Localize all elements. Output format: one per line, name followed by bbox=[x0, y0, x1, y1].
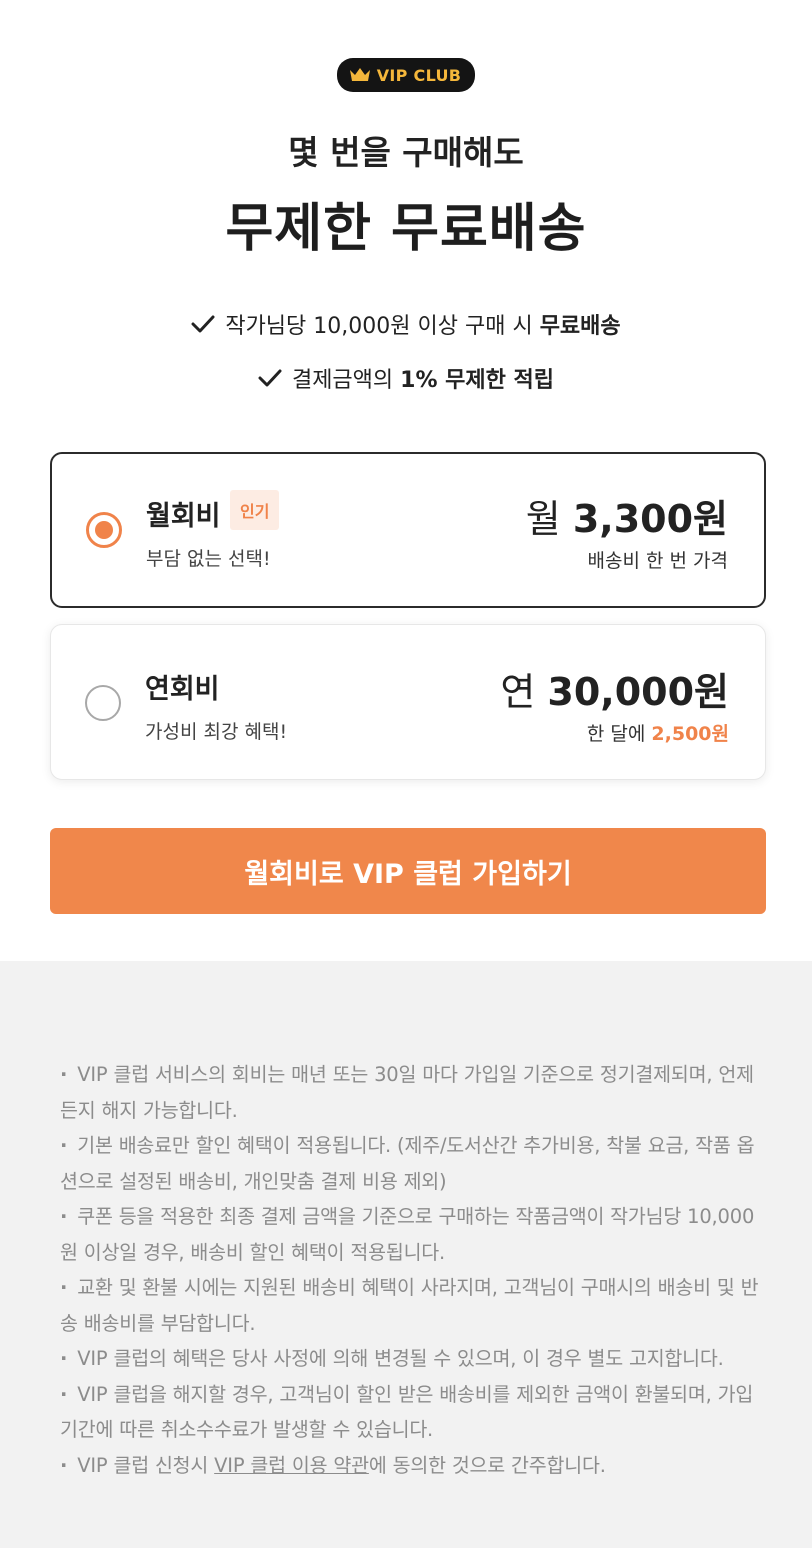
popular-tag: 인기 bbox=[230, 490, 280, 530]
notice-item: 교환 및 환불 시에는 지원된 배송비 혜택이 사라지며, 고객님이 구매시의 … bbox=[60, 1270, 760, 1341]
notice-item-terms: VIP 클럽 신청시 VIP 클럽 이용 약관에 동의한 것으로 간주합니다. bbox=[60, 1448, 760, 1484]
terms-link[interactable]: VIP 클럽 이용 약관 bbox=[214, 1454, 369, 1477]
vip-badge-label: VIP CLUB bbox=[376, 65, 462, 85]
notice-item: VIP 클럽의 혜택은 당사 사정에 의해 변경될 수 있으며, 이 경우 별도… bbox=[60, 1341, 760, 1377]
plan-option-yearly[interactable]: 연회비 가성비 최강 혜택! 연 30,000원 한 달에 2,500원 bbox=[50, 624, 766, 780]
radio-unselected-icon[interactable] bbox=[85, 685, 121, 721]
price-note: 한 달에 2,500원 bbox=[587, 719, 729, 746]
notice-item: 기본 배송료만 할인 혜택이 적용됩니다. (제주/도서산간 추가비용, 착불 … bbox=[60, 1128, 760, 1199]
benefit-point-reward: 결제금액의 1% 무제한 적립 bbox=[0, 362, 812, 394]
notice-list: VIP 클럽 서비스의 회비는 매년 또는 30일 마다 가입일 기준으로 정기… bbox=[60, 1057, 760, 1483]
price-amount: 3,300 bbox=[572, 497, 694, 541]
hero-title: 무제한 무료배송 bbox=[225, 199, 587, 259]
price-note: 배송비 한 번 가격 bbox=[587, 550, 728, 572]
checkmark-icon bbox=[258, 369, 282, 387]
plan-description: 가성비 최강 혜택! bbox=[145, 721, 288, 743]
benefit-text: 결제금액의 bbox=[291, 368, 401, 393]
notice-item: 쿠폰 등을 적용한 최종 결제 금액을 기준으로 구매하는 작품금액이 작가님당… bbox=[60, 1199, 760, 1270]
price-amount: 30,000 bbox=[547, 670, 695, 714]
price-prefix: 연 bbox=[500, 670, 548, 714]
price-note-prefix: 한 달에 bbox=[586, 723, 652, 745]
checkmark-icon bbox=[191, 315, 215, 333]
plan-price: 월 3,300원 bbox=[526, 488, 728, 543]
benefit-bold: 무료배송 bbox=[539, 314, 621, 339]
price-unit: 원 bbox=[694, 670, 729, 714]
notice-item: VIP 클럽 서비스의 회비는 매년 또는 30일 마다 가입일 기준으로 정기… bbox=[60, 1057, 760, 1128]
plan-description: 부담 없는 선택! bbox=[146, 548, 271, 570]
crown-icon bbox=[349, 68, 370, 81]
hero-subtitle: 몇 번을 구매해도 bbox=[288, 133, 524, 172]
notice-item: VIP 클럽을 해지할 경우, 고객님이 할인 받은 배송비를 제외한 금액이 … bbox=[60, 1377, 760, 1448]
vip-badge-wrap: VIP CLUB bbox=[0, 58, 812, 92]
plan-name: 연회비 bbox=[145, 674, 220, 705]
radio-selected-icon[interactable] bbox=[86, 512, 122, 548]
benefit-text: 작가님당 10,000원 이상 구매 시 bbox=[225, 314, 540, 339]
terms-prefix: VIP 클럽 신청시 bbox=[77, 1453, 215, 1477]
benefit-bold: 1% 무제한 적립 bbox=[400, 368, 555, 393]
price-prefix: 월 bbox=[525, 497, 573, 541]
price-note-monthly-equivalent: 2,500원 bbox=[651, 723, 729, 745]
vip-club-badge: VIP CLUB bbox=[336, 58, 476, 92]
price-unit: 원 bbox=[693, 497, 728, 541]
notice-section: VIP 클럽 서비스의 회비는 매년 또는 30일 마다 가입일 기준으로 정기… bbox=[0, 961, 812, 1548]
plan-price: 연 30,000원 bbox=[500, 661, 729, 716]
benefit-free-shipping: 작가님당 10,000원 이상 구매 시 무료배송 bbox=[0, 308, 812, 340]
join-vip-club-button[interactable]: 월회비로 VIP 클럽 가입하기 bbox=[50, 828, 766, 914]
terms-suffix: 에 동의한 것으로 간주합니다. bbox=[368, 1453, 606, 1477]
plan-option-monthly[interactable]: 월회비 인기 부담 없는 선택! 월 3,300원 배송비 한 번 가격 bbox=[50, 452, 766, 608]
plan-name: 월회비 bbox=[146, 501, 221, 532]
